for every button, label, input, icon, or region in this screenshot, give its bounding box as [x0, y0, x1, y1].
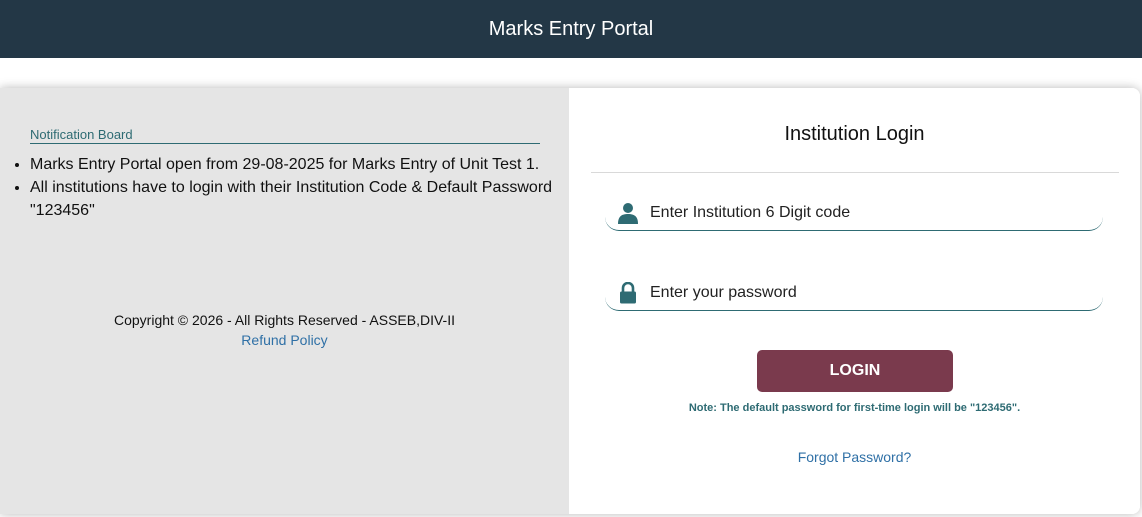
notification-board-title: Notification Board [30, 127, 540, 144]
notification-item: Marks Entry Portal open from 29-08-2025 … [30, 153, 570, 176]
institution-code-field [605, 196, 1103, 231]
login-title: Institution Login [784, 123, 925, 145]
login-panel: Institution Login LOGIN Note: The defaul… [569, 88, 1140, 514]
password-input[interactable] [650, 284, 1103, 302]
institution-code-input[interactable] [650, 204, 1103, 222]
refund-policy-link[interactable]: Refund Policy [0, 332, 569, 348]
default-password-note: Note: The default password for first-tim… [688, 402, 1021, 414]
copyright-text: Copyright © 2026 - All Rights Reserved -… [113, 312, 456, 328]
notification-list: Marks Entry Portal open from 29-08-2025 … [10, 153, 570, 222]
user-icon [617, 201, 639, 225]
page-title: Marks Entry Portal [488, 17, 654, 40]
forgot-password-link[interactable]: Forgot Password? [569, 449, 1140, 465]
notification-item: All institutions have to login with thei… [30, 176, 570, 222]
login-button[interactable]: LOGIN [757, 350, 953, 392]
divider [591, 172, 1119, 173]
password-field [605, 276, 1103, 311]
notification-panel: Notification Board Marks Entry Portal op… [0, 88, 569, 514]
login-card: Notification Board Marks Entry Portal op… [0, 88, 1140, 514]
top-header: Marks Entry Portal [0, 0, 1142, 58]
lock-icon [617, 281, 639, 305]
